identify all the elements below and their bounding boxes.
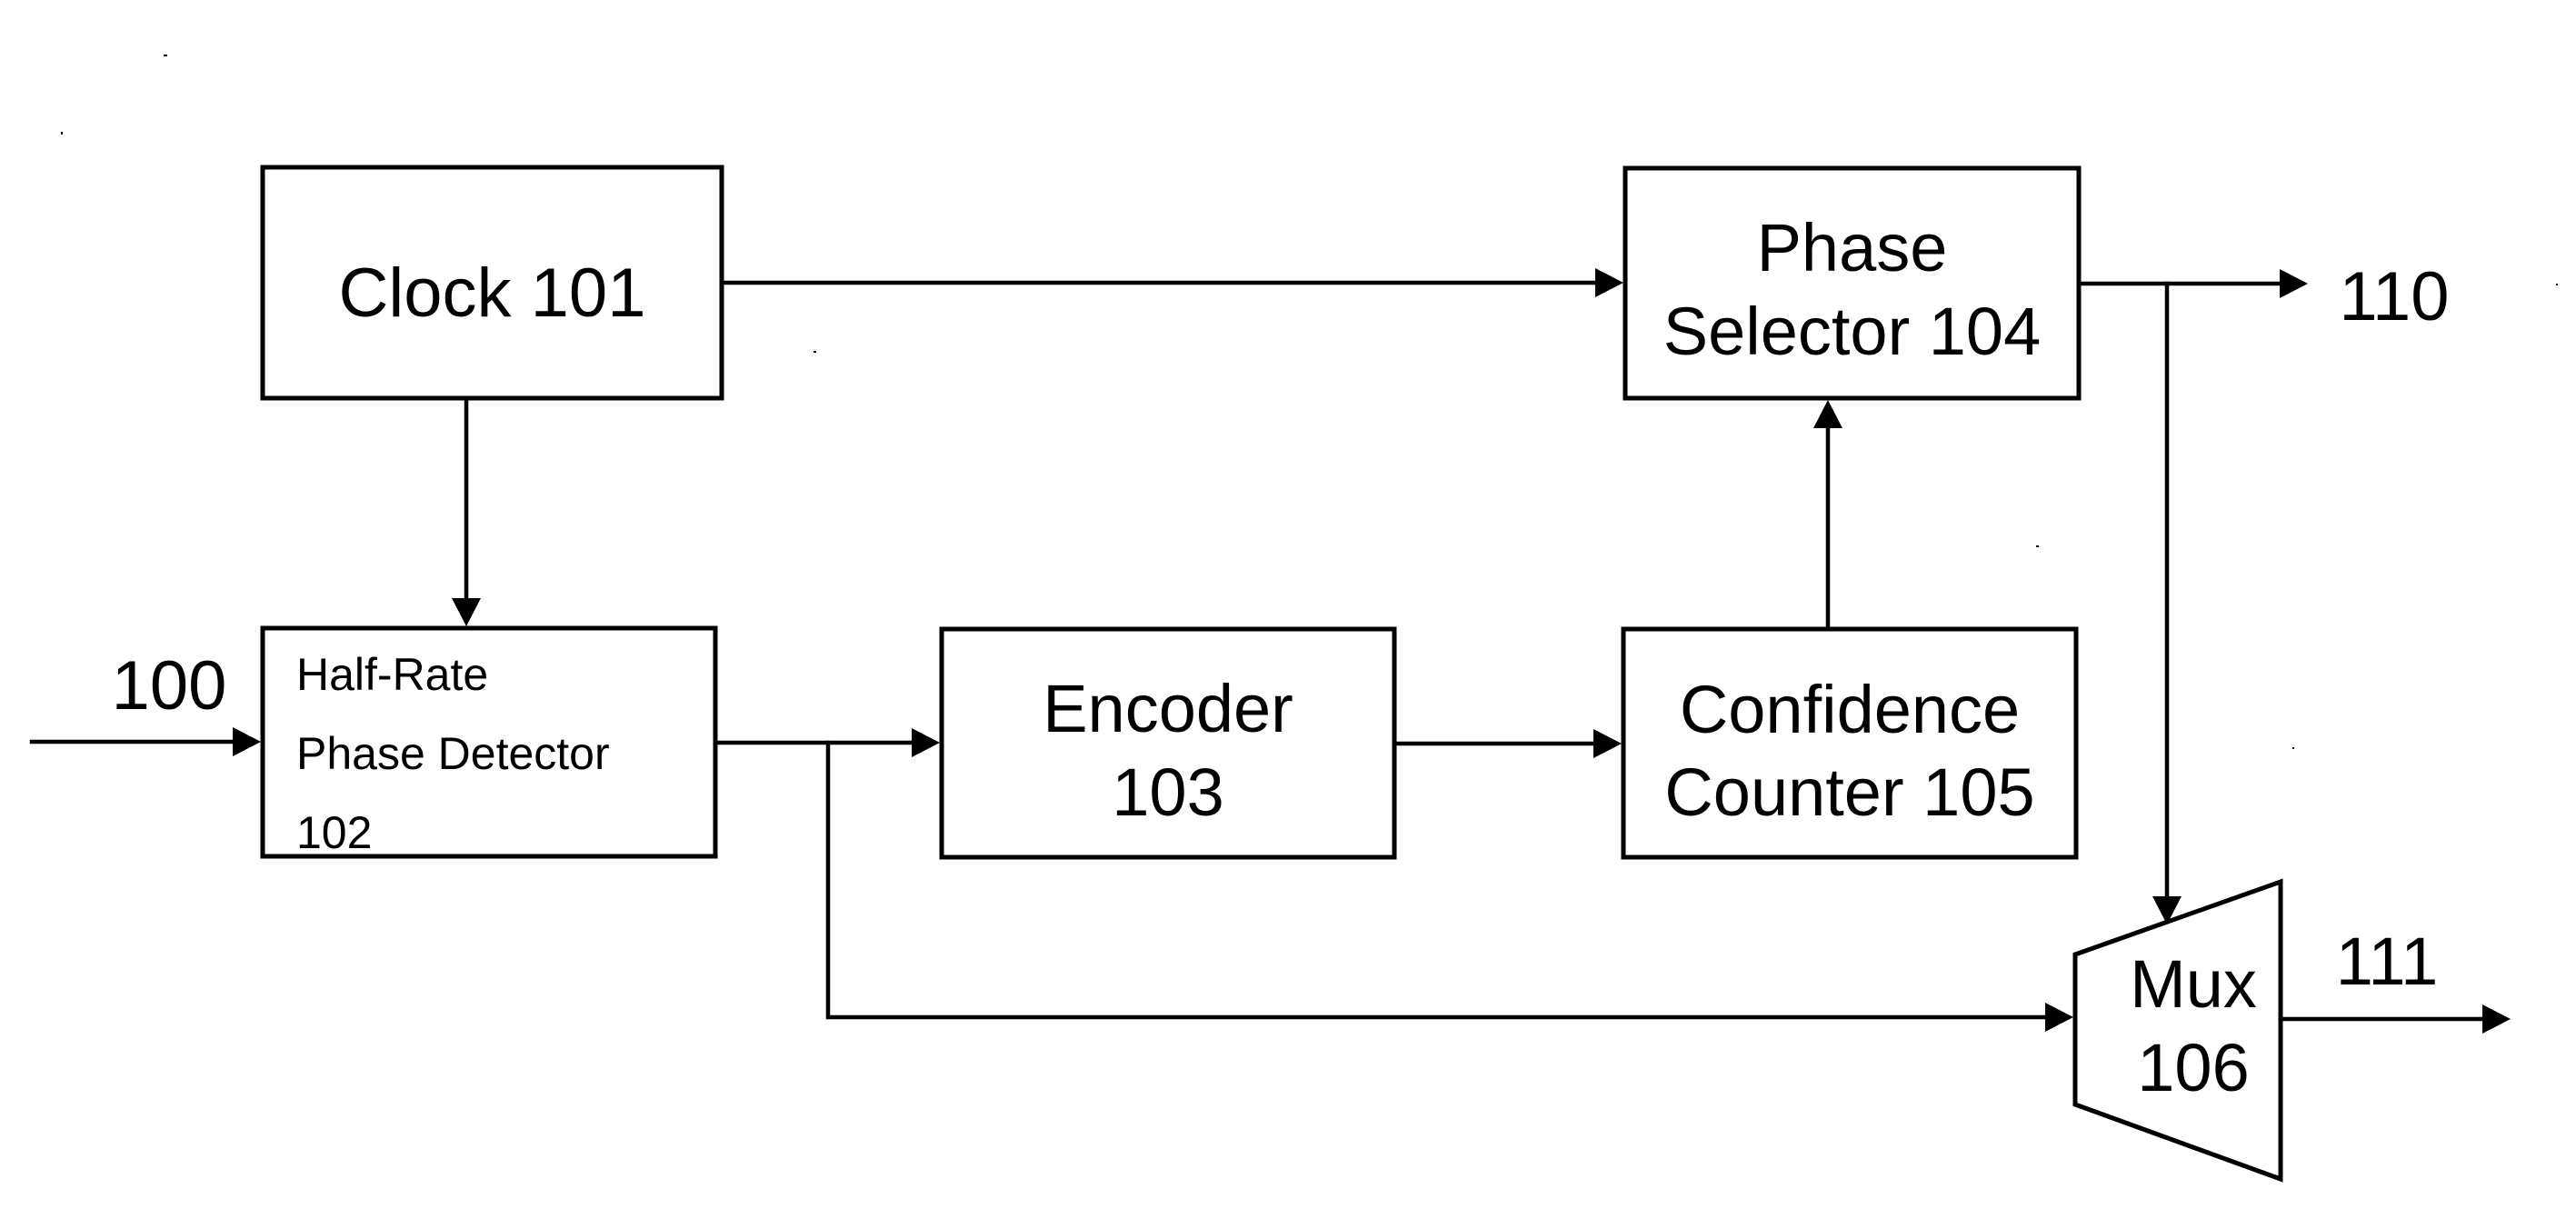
arrowhead-right-icon — [1593, 729, 1622, 758]
arrowhead-up-icon — [1813, 400, 1842, 428]
block-label-line: Selector 104 — [1663, 294, 2042, 369]
arrowhead-right-icon — [2482, 1004, 2511, 1034]
block-label-line: Half-Rate — [296, 649, 488, 700]
confidence-counter-block: ConfidenceCounter 105 — [1621, 626, 2079, 860]
scan-speck — [2036, 545, 2039, 547]
scan-speck — [2292, 747, 2294, 749]
block-label-line: 103 — [1112, 754, 1223, 830]
signal-label-100: 100 — [112, 647, 227, 724]
scan-speck — [2556, 284, 2558, 285]
block-label-line: Phase Detector — [296, 728, 610, 779]
arrowhead-right-icon — [1595, 268, 1623, 297]
arrowhead-right-icon — [2045, 1003, 2073, 1032]
arrowhead-right-icon — [2280, 269, 2308, 298]
block-label-line: 102 — [296, 807, 372, 858]
edge-clock-to-detector — [452, 395, 481, 626]
signal-label-111: 111 — [2336, 924, 2438, 999]
block-label-line: Phase — [1757, 210, 1948, 285]
edge-clock-to-selector — [719, 268, 1623, 297]
blocks-layer: Clock 101 Half-Rate Phase Detector 102 Encod… — [260, 165, 2283, 1183]
scan-speck — [164, 55, 167, 56]
edge-encoder-to-counter — [1392, 729, 1622, 758]
arrowhead-right-icon — [912, 728, 940, 757]
mux-block: Mux 106 — [2072, 878, 2283, 1183]
edge-mux-to-output-111 — [2278, 1004, 2511, 1034]
clock-block: Clock 101 — [260, 165, 724, 401]
arrowhead-right-icon — [233, 727, 261, 756]
block-label-line: Counter 105 — [1664, 754, 2034, 830]
edge-input-to-detector — [29, 727, 261, 756]
encoder-block: Encoder 103 — [939, 626, 1397, 860]
block-label-line: Mux — [2130, 946, 2257, 1022]
scan-speck — [814, 351, 816, 353]
block-diagram: Clock 101 Half-Rate Phase Detector 102 Encod… — [29, 55, 2558, 1183]
edge-selector-to-output-110 — [2076, 269, 2308, 298]
block-label-line: Clock 101 — [339, 255, 646, 332]
phase-selector-block: Phase Selector 104 — [1622, 165, 2082, 401]
edge-counter-to-selector — [1813, 400, 1842, 632]
scan-speck — [61, 132, 63, 135]
block-label-line: Confidence — [1680, 672, 2020, 747]
block-label-line: Encoder — [1043, 671, 1293, 746]
block-label-line: 106 — [2137, 1030, 2249, 1105]
edge-selector-to-mux — [2152, 281, 2182, 924]
arrowhead-down-icon — [452, 598, 481, 626]
signal-label-110: 110 — [2339, 258, 2449, 335]
half-rate-phase-detector-block: Half-Rate Phase Detector 102 — [260, 625, 718, 859]
